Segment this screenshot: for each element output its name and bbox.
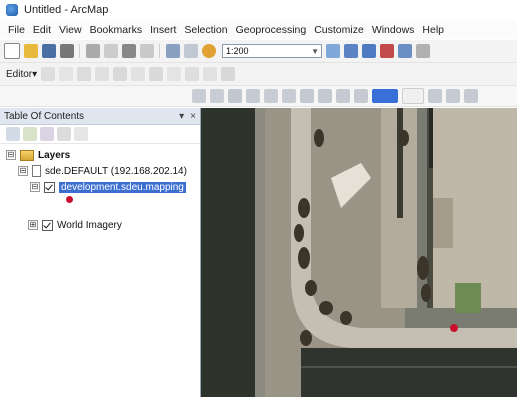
tools-toolbar bbox=[0, 86, 517, 107]
standard-toolbar: 1:200 ▼ bbox=[0, 40, 517, 63]
editor-toolbar: Editor▾ bbox=[0, 63, 517, 86]
full-extent-icon[interactable] bbox=[246, 89, 260, 103]
print-icon[interactable] bbox=[60, 44, 74, 58]
layers-group-label: Layers bbox=[38, 149, 71, 161]
split-tool-icon[interactable] bbox=[149, 67, 164, 81]
list-by-drawing-order-icon[interactable] bbox=[6, 127, 20, 141]
clear-selection-icon[interactable] bbox=[354, 89, 368, 103]
create-features-icon[interactable] bbox=[221, 67, 236, 81]
selected-layer-row[interactable]: ⊟ development.sdeu.mapping bbox=[30, 180, 186, 194]
editor-toolbar-icon[interactable] bbox=[326, 44, 340, 58]
menu-insert[interactable]: Insert bbox=[150, 24, 176, 36]
road-left bbox=[201, 108, 255, 397]
pin-icon[interactable]: ▾ bbox=[179, 111, 184, 122]
list-by-visibility-icon[interactable] bbox=[40, 127, 54, 141]
layer-visibility-checkbox[interactable] bbox=[44, 181, 55, 193]
map-display[interactable] bbox=[201, 108, 517, 397]
forward-extent-icon[interactable] bbox=[318, 89, 332, 103]
catalog-icon[interactable] bbox=[362, 44, 376, 58]
menu-customize[interactable]: Customize bbox=[314, 24, 364, 36]
selected-point-marker bbox=[450, 324, 458, 332]
trace-icon[interactable] bbox=[113, 67, 128, 81]
identify-combobox[interactable] bbox=[402, 88, 424, 104]
layers-icon bbox=[20, 149, 34, 161]
zoom-in-icon[interactable] bbox=[192, 89, 206, 103]
redo-icon[interactable] bbox=[184, 44, 198, 58]
model-builder-icon[interactable] bbox=[416, 44, 430, 58]
select-elements-icon[interactable] bbox=[372, 89, 398, 103]
table-of-contents-panel: Table Of Contents ▾ × ⊟ Layers ⊟ sde.DEF… bbox=[0, 108, 201, 397]
new-document-icon[interactable] bbox=[4, 43, 20, 59]
world-imagery-row[interactable]: ⊞ World Imagery bbox=[28, 218, 122, 232]
paste-icon[interactable] bbox=[122, 44, 136, 58]
aerial-imagery bbox=[201, 108, 517, 397]
arctoolbox-icon[interactable] bbox=[380, 44, 394, 58]
cut-icon[interactable] bbox=[86, 44, 100, 58]
zoom-out-icon[interactable] bbox=[210, 89, 224, 103]
database-row[interactable]: ⊟ sde.DEFAULT (192.168.202.14) bbox=[18, 164, 187, 178]
add-data-icon[interactable] bbox=[202, 44, 216, 58]
toc-header: Table Of Contents ▾ × bbox=[0, 108, 200, 125]
collapse-icon[interactable]: ⊟ bbox=[30, 182, 40, 192]
fixed-zoom-in-icon[interactable] bbox=[264, 89, 278, 103]
close-icon[interactable]: × bbox=[190, 111, 196, 122]
point-symbol bbox=[66, 196, 73, 203]
undo-icon[interactable] bbox=[166, 44, 180, 58]
open-folder-icon[interactable] bbox=[24, 44, 38, 58]
table-of-contents-icon[interactable] bbox=[344, 44, 358, 58]
arcmap-app-icon bbox=[6, 4, 18, 16]
menu-help[interactable]: Help bbox=[422, 24, 444, 36]
editor-menu-button[interactable]: Editor▾ bbox=[6, 69, 37, 80]
options-icon[interactable] bbox=[74, 127, 88, 141]
identify-icon[interactable] bbox=[428, 89, 442, 103]
database-label: sde.DEFAULT (192.168.202.14) bbox=[45, 165, 187, 177]
python-window-icon[interactable] bbox=[398, 44, 412, 58]
database-icon bbox=[32, 165, 41, 177]
menu-windows[interactable]: Windows bbox=[372, 24, 415, 36]
menu-view[interactable]: View bbox=[59, 24, 82, 36]
select-features-icon[interactable] bbox=[336, 89, 350, 103]
layer-visibility-checkbox[interactable] bbox=[42, 219, 53, 231]
straight-segment-icon[interactable] bbox=[77, 67, 92, 81]
collapse-icon[interactable]: ⊟ bbox=[18, 166, 28, 176]
toc-toolbar bbox=[0, 125, 200, 144]
collapse-icon[interactable]: ⊟ bbox=[6, 150, 16, 160]
fixed-zoom-out-icon[interactable] bbox=[282, 89, 296, 103]
layers-group-row[interactable]: ⊟ Layers bbox=[6, 148, 70, 162]
toolbar-divider bbox=[79, 44, 80, 58]
toc-title: Table Of Contents bbox=[4, 110, 85, 122]
edit-annotation-icon[interactable] bbox=[59, 67, 74, 81]
pan-icon[interactable] bbox=[228, 89, 242, 103]
sketch-properties-icon[interactable] bbox=[203, 67, 218, 81]
menu-bar: File Edit View Bookmarks Insert Selectio… bbox=[0, 21, 517, 39]
toolbar-divider bbox=[159, 44, 160, 58]
chevron-down-icon[interactable]: ▼ bbox=[311, 47, 319, 56]
selected-layer-label[interactable]: development.sdeu.mapping bbox=[59, 181, 186, 193]
menu-selection[interactable]: Selection bbox=[184, 24, 227, 36]
list-by-source-icon[interactable] bbox=[23, 127, 37, 141]
copy-icon[interactable] bbox=[104, 44, 118, 58]
delete-icon[interactable] bbox=[140, 44, 154, 58]
menu-file[interactable]: File bbox=[8, 24, 25, 36]
parking-lot bbox=[301, 348, 517, 397]
list-by-selection-icon[interactable] bbox=[57, 127, 71, 141]
back-extent-icon[interactable] bbox=[300, 89, 314, 103]
world-imagery-label: World Imagery bbox=[57, 219, 122, 231]
expand-icon[interactable]: ⊞ bbox=[28, 220, 38, 230]
menu-geoprocessing[interactable]: Geoprocessing bbox=[236, 24, 307, 36]
endpoint-arc-icon[interactable] bbox=[95, 67, 110, 81]
save-icon[interactable] bbox=[42, 44, 56, 58]
map-scale-combobox[interactable]: 1:200 ▼ bbox=[222, 44, 322, 58]
attributes-icon[interactable] bbox=[185, 67, 200, 81]
menu-bookmarks[interactable]: Bookmarks bbox=[90, 24, 143, 36]
measure-icon[interactable] bbox=[464, 89, 478, 103]
window-title: Untitled - ArcMap bbox=[24, 4, 109, 16]
rotate-tool-icon[interactable] bbox=[167, 67, 182, 81]
menu-edit[interactable]: Edit bbox=[33, 24, 51, 36]
edit-tool-icon[interactable] bbox=[41, 67, 56, 81]
title-bar: Untitled - ArcMap bbox=[0, 0, 517, 20]
point-icon[interactable] bbox=[131, 67, 146, 81]
find-icon[interactable] bbox=[446, 89, 460, 103]
map-scale-value: 1:200 bbox=[226, 46, 249, 56]
